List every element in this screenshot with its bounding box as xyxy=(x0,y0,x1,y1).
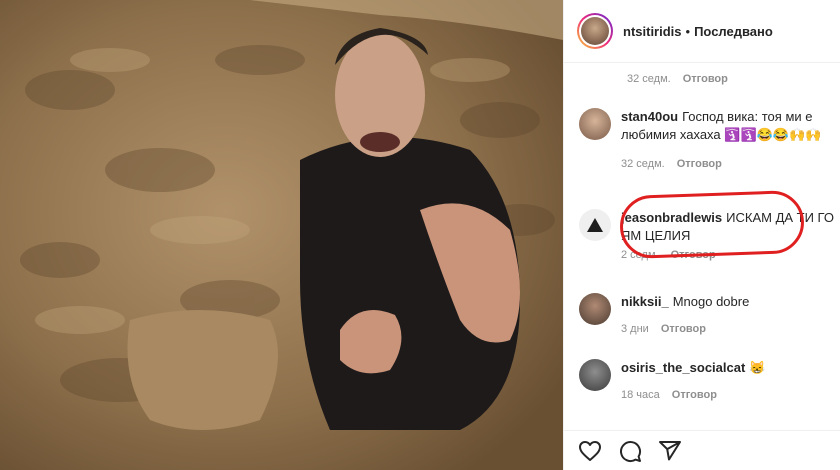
commenter-username[interactable]: jeasonbradlewis xyxy=(621,210,722,225)
reply-button[interactable]: Отговор xyxy=(671,249,716,261)
commenter-username[interactable]: stan40ou xyxy=(621,109,678,124)
comment-meta: 3 дни Отговор xyxy=(621,323,749,335)
triangle-icon xyxy=(587,218,603,232)
comment-time: 18 часа xyxy=(621,389,660,401)
comment-text: 😸 xyxy=(749,360,766,375)
comment-time: 32 седм. xyxy=(621,158,665,170)
comment-time: 2 седм. xyxy=(621,249,659,261)
comment-text-block: stan40ou Господ вика: тоя ми е любимия ха… xyxy=(621,108,834,144)
share-icon[interactable] xyxy=(658,439,682,463)
commenter-avatar[interactable] xyxy=(579,108,611,140)
comment-text-block: nikksii_ Mnogo dobre xyxy=(621,293,749,311)
heart-icon[interactable] xyxy=(578,439,602,463)
comment-text-block: osiris_the_socialcat 😸 xyxy=(621,359,765,377)
comment-meta: 2 седм. Отговор xyxy=(621,249,834,261)
header-separator: • xyxy=(685,23,691,39)
comment-text-block: jeasonbradlewis ИСКАМ ДА ТИ ГО ЯМ ЦЕЛИЯ xyxy=(621,209,834,245)
comment-item: jeasonbradlewis ИСКАМ ДА ТИ ГО ЯМ ЦЕЛИЯ 2… xyxy=(579,209,834,261)
commenter-avatar[interactable] xyxy=(579,293,611,325)
post-photo-illustration xyxy=(0,0,563,470)
reply-button[interactable]: Отговор xyxy=(683,73,728,85)
post-photo xyxy=(0,0,563,470)
commenter-username[interactable]: osiris_the_socialcat xyxy=(621,360,745,375)
reply-button[interactable]: Отговор xyxy=(672,389,717,401)
comment-item: osiris_the_socialcat 😸 18 часа Отговор xyxy=(579,359,834,401)
reply-button[interactable]: Отговор xyxy=(677,158,722,170)
author-avatar[interactable] xyxy=(577,13,613,49)
comment-item: nikksii_ Mnogo dobre 3 дни Отговор xyxy=(579,293,834,335)
commenter-avatar[interactable] xyxy=(579,359,611,391)
comment-time: 32 седм. xyxy=(627,73,671,85)
comments-panel: ntsitiridis • Последвано 32 седм. Отгово… xyxy=(563,0,840,470)
reply-button[interactable]: Отговор xyxy=(661,323,706,335)
post-header: ntsitiridis • Последвано xyxy=(564,0,840,63)
author-username[interactable]: ntsitiridis xyxy=(623,24,682,39)
comment-time: 3 дни xyxy=(621,323,649,335)
follow-status-button[interactable]: Последвано xyxy=(694,24,773,39)
commenter-username[interactable]: nikksii_ xyxy=(621,294,669,309)
comment-icon[interactable] xyxy=(618,439,642,463)
commenter-avatar[interactable] xyxy=(579,209,611,241)
post-actions-bar xyxy=(564,430,840,470)
comment-meta: 32 седм. Отговор xyxy=(621,158,834,170)
comment-text: Mnogo dobre xyxy=(672,294,750,309)
prev-comment-meta: 32 седм. Отговор xyxy=(627,73,728,85)
comment-item: stan40ou Господ вика: тоя ми е любимия ха… xyxy=(579,108,834,170)
comment-meta: 18 часа Отговор xyxy=(621,389,765,401)
